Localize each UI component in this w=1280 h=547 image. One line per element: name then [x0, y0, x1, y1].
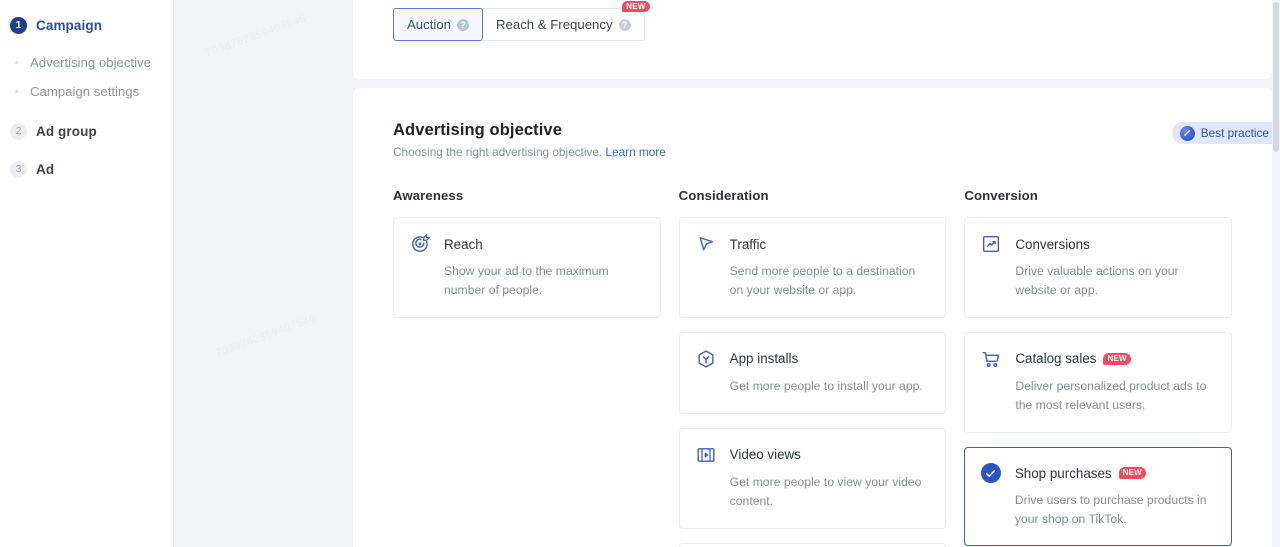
bullet-dot-icon — [15, 90, 18, 93]
objective-card-shop-purchases[interactable]: Shop purchases NEW Drive users to purcha… — [964, 446, 1233, 547]
new-badge: NEW — [1103, 352, 1131, 365]
objective-card-conversions[interactable]: Conversions Drive valuable actions on yo… — [964, 217, 1233, 318]
sidebar-step-label: Ad — [36, 161, 55, 177]
card-header: App installs — [696, 349, 930, 369]
target-icon — [412, 234, 430, 252]
objective-card-traffic[interactable]: Traffic Send more people to a destinatio… — [678, 217, 947, 318]
card-title-text: Conversions — [1015, 236, 1090, 252]
card-header: Video views — [696, 445, 930, 465]
sidebar-subitem-label: Advertising objective — [30, 55, 151, 70]
card-description: Drive valuable actions on your website o… — [1015, 264, 1179, 297]
objective-card-reach[interactable]: Reach Show your ad to the maximum number… — [393, 217, 661, 318]
card-title-text: Shop purchases — [1014, 465, 1112, 481]
chart-arrow-icon — [983, 235, 1000, 253]
column-title: Conversion — [964, 188, 1038, 203]
card-title-text: App installs — [729, 351, 799, 367]
column-consideration: Consideration Traffic Send more people t… — [678, 188, 947, 547]
step-number-badge: 2 — [10, 122, 27, 140]
sidebar-step-label: Ad group — [36, 123, 97, 139]
card-title-text: Catalog sales — [1015, 351, 1097, 367]
card-title: Video views — [730, 447, 801, 462]
check-icon — [986, 469, 996, 477]
sidebar-item-campaign-settings[interactable]: Campaign settings — [0, 77, 173, 106]
help-icon[interactable]: ? — [457, 18, 469, 31]
page-subtitle: Choosing the right advertising objective… — [393, 145, 666, 159]
sidebar-step-ad[interactable]: 3 Ad — [0, 154, 173, 184]
campaign-type-segmented-control: Auction ? Reach & Frequency ? NEW — [393, 0, 651, 41]
sidebar-item-advertising-objective[interactable]: Advertising objective — [0, 48, 173, 77]
card-header: Shop purchases NEW — [980, 463, 1216, 484]
best-practice-button[interactable]: Best practice — [1171, 122, 1280, 144]
card-title: Catalog sales NEW — [1015, 351, 1131, 367]
film-play-icon — [697, 447, 715, 462]
check-circle-icon — [980, 463, 1001, 484]
page-title: Advertising objective — [393, 121, 562, 139]
tab-auction[interactable]: Auction ? — [393, 8, 483, 41]
card-description: Send more people to a destination on you… — [729, 264, 916, 297]
page-subtitle-text: Choosing the right advertising objective… — [393, 145, 603, 159]
card-title-text: Video views — [729, 447, 801, 463]
new-badge: NEW — [1118, 467, 1146, 480]
column-title: Consideration — [678, 188, 769, 203]
card-description: Get more people to view your video conte… — [729, 474, 922, 508]
compass-icon — [1179, 125, 1195, 141]
help-icon[interactable]: ? — [618, 18, 631, 31]
bullet-dot-icon — [15, 61, 18, 64]
column-conversion: Conversion Conversions Drive valuable ac… — [964, 188, 1233, 547]
step-number-badge: 1 — [10, 16, 27, 34]
objective-columns: Awareness Reach Show your ad to the maxi… — [393, 188, 1233, 547]
tab-reach-and-frequency-label: Reach & Frequency — [496, 17, 613, 32]
cursor-icon — [699, 237, 713, 251]
hexagon-install-icon — [698, 350, 714, 368]
card-description: Deliver personalized product ads to the … — [1015, 378, 1207, 412]
shopping-cart-icon — [982, 351, 1000, 367]
sidebar-subitem-label: Campaign settings — [30, 84, 140, 99]
card-description: Show your ad to the maximum number of pe… — [444, 264, 609, 297]
best-practice-label: Best practice — [1200, 126, 1269, 140]
objective-card-catalog-sales[interactable]: Catalog sales NEW Deliver personalized p… — [964, 331, 1233, 433]
card-title: Conversions — [1015, 237, 1089, 252]
ads-manager-app: 1 Campaign Advertising objective Campaig… — [0, 0, 1280, 547]
sidebar-step-label: Campaign — [36, 17, 103, 33]
card-title-text: Reach — [444, 236, 483, 252]
campaign-steps-sidebar: 1 Campaign Advertising objective Campaig… — [0, 0, 173, 547]
objective-card-app-installs[interactable]: App installs Get more people to install … — [678, 331, 947, 414]
card-title: Reach — [444, 237, 483, 252]
learn-more-link[interactable]: Learn more — [605, 145, 665, 159]
column-title: Awareness — [393, 188, 464, 203]
sidebar-step-campaign[interactable]: 1 Campaign — [0, 10, 173, 40]
card-title: App installs — [730, 351, 798, 366]
campaign-type-panel: Auction ? Reach & Frequency ? NEW — [353, 0, 1272, 79]
sidebar-divider — [173, 0, 174, 547]
vertical-scrollbar-thumb[interactable] — [1273, 2, 1279, 152]
card-header: Catalog sales NEW — [981, 349, 1215, 369]
card-title: Shop purchases NEW — [1015, 466, 1146, 481]
watermark: 7038762359407546 — [214, 312, 318, 360]
new-badge: NEW — [621, 0, 651, 13]
card-header: Traffic — [696, 234, 930, 254]
card-header: Conversions — [981, 234, 1215, 254]
sidebar-step-ad-group[interactable]: 2 Ad group — [0, 116, 173, 146]
objective-card-lead-generation[interactable]: Lead generation — [678, 542, 947, 547]
advertising-objective-panel: Advertising objective Choosing the right… — [353, 88, 1280, 547]
card-description: Drive users to purchase products in your… — [1014, 493, 1207, 527]
tab-auction-label: Auction — [407, 17, 451, 32]
column-awareness: Awareness Reach Show your ad to the maxi… — [393, 188, 661, 547]
watermark: 7038762359407546 — [204, 12, 308, 60]
card-title: Traffic — [730, 237, 766, 252]
main-canvas: 7038762359407546 7038762359407546 703876… — [173, 0, 1280, 547]
card-description: Get more people to install your app. — [729, 378, 923, 393]
card-title-text: Traffic — [729, 236, 767, 252]
step-number-badge: 3 — [10, 160, 27, 178]
card-header: Reach — [410, 234, 644, 254]
objective-card-video-views[interactable]: Video views Get more people to view your… — [678, 427, 947, 529]
tab-reach-and-frequency[interactable]: Reach & Frequency ? NEW — [483, 0, 651, 41]
